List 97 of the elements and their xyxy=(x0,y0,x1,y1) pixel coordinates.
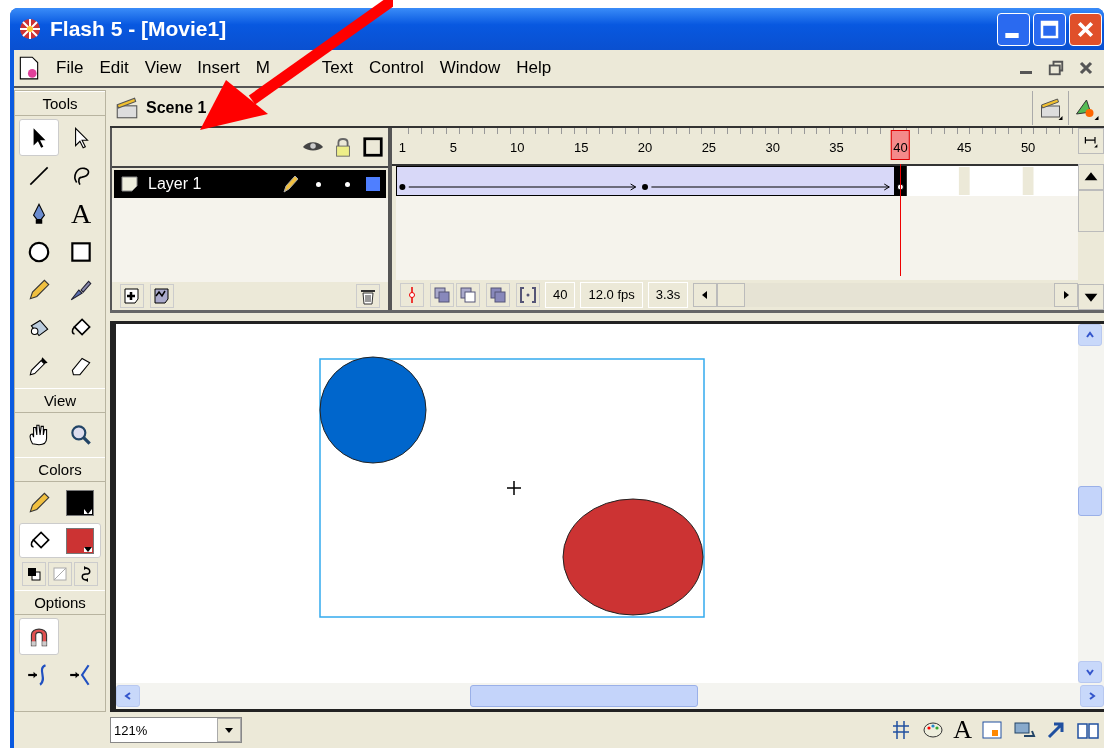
restore-icon xyxy=(1046,58,1066,78)
menu-item[interactable]: Insert xyxy=(189,58,248,78)
menu-item[interactable]: Edit xyxy=(91,58,137,78)
minimize-icon xyxy=(1020,71,1032,74)
up-chevron-icon xyxy=(1084,330,1096,340)
scroll-thumb[interactable] xyxy=(1078,486,1102,516)
stacked-squares-icon xyxy=(433,286,451,304)
trash-icon xyxy=(359,287,377,305)
frame-number: 50 xyxy=(1019,140,1037,155)
frame-number: 15 xyxy=(572,140,590,155)
crossed-square-icon xyxy=(52,566,68,582)
outline-icon[interactable] xyxy=(362,136,384,158)
text-tool-button[interactable]: A xyxy=(61,195,101,232)
section-title: View xyxy=(15,388,105,413)
menu-item[interactable]: File xyxy=(48,58,92,78)
registration-cross-icon xyxy=(506,480,522,496)
pencil-icon xyxy=(26,276,52,303)
onion-markers-button[interactable] xyxy=(516,283,540,307)
right-triangle-icon xyxy=(1061,290,1071,300)
pencil-icon xyxy=(26,489,52,516)
scroll-right-button[interactable] xyxy=(1054,283,1078,307)
menu-item[interactable]: Window xyxy=(431,58,509,78)
color-swatch[interactable] xyxy=(66,489,94,516)
frame-number: 25 xyxy=(700,140,718,155)
frame-number: 35 xyxy=(828,140,845,155)
menu-item[interactable]: View xyxy=(136,58,190,78)
section-title: Options xyxy=(15,590,105,615)
scene-name: Scene 1 xyxy=(146,99,207,117)
swap-colors-button[interactable] xyxy=(74,562,98,586)
elapsed-time: 3.3s xyxy=(647,282,689,308)
frame-view-menu-button[interactable] xyxy=(1078,128,1104,154)
minimize-button[interactable] xyxy=(997,12,1030,46)
caret-icon xyxy=(84,508,92,514)
ellipse-shape[interactable] xyxy=(319,356,427,464)
scroll-thumb[interactable] xyxy=(717,283,746,307)
close-button[interactable] xyxy=(1069,12,1102,46)
layer-name: Layer 1 xyxy=(148,175,202,193)
ellipse-shape[interactable] xyxy=(562,498,704,616)
layer-icon xyxy=(120,174,140,194)
clapperboard-icon xyxy=(114,95,140,121)
menu-item[interactable]: Help xyxy=(508,58,560,78)
frame-rate: 12.0 fps xyxy=(580,282,643,308)
frame-number: 20 xyxy=(636,140,654,155)
frame-number: 45 xyxy=(956,140,973,155)
magnet-tool-button[interactable] xyxy=(19,618,59,655)
stacked-squares-icon xyxy=(489,286,507,304)
scroll-thumb[interactable] xyxy=(470,685,698,707)
frame-number: 10 xyxy=(509,140,526,155)
frame-number: 40 xyxy=(891,130,910,160)
zoom-value: 121% xyxy=(114,722,148,738)
layer-row[interactable]: Layer 1 xyxy=(114,170,386,198)
scroll-down-button[interactable] xyxy=(1078,284,1104,310)
dropdown-caret-icon xyxy=(224,725,234,735)
maximize-button[interactable] xyxy=(1033,12,1066,46)
center-frame-button[interactable] xyxy=(400,283,424,307)
arrow-tool-button[interactable] xyxy=(19,119,59,156)
stacked-squares-icon xyxy=(459,286,477,304)
app-icon xyxy=(18,17,42,41)
zoom-dropdown[interactable]: 121% xyxy=(110,717,242,743)
add-guide-layer-button[interactable] xyxy=(150,284,174,308)
add-layer-button[interactable] xyxy=(120,284,144,308)
onion-outline-button[interactable] xyxy=(456,283,480,307)
no-color-button[interactable] xyxy=(48,562,72,586)
text-tool-button[interactable]: A xyxy=(953,717,972,743)
delete-layer-button[interactable] xyxy=(356,284,380,308)
scroll-left-button[interactable] xyxy=(693,283,718,307)
minimize-icon xyxy=(1005,32,1019,38)
edit-multiple-frames-button[interactable] xyxy=(486,283,510,307)
menu-item[interactable]: Text xyxy=(313,58,361,78)
visibility-dot[interactable] xyxy=(316,181,321,187)
clapperboard-icon xyxy=(1038,96,1063,120)
panel-icon[interactable] xyxy=(980,718,1004,742)
scroll-thumb[interactable] xyxy=(1078,190,1104,232)
plus-page-icon xyxy=(123,287,141,305)
guide-page-icon xyxy=(153,287,171,305)
menu-item[interactable]: Control xyxy=(360,58,432,78)
color-swatch[interactable] xyxy=(65,527,94,554)
frame-number: 1 xyxy=(397,140,407,155)
current-frame: 40 xyxy=(545,282,576,308)
scroll-up-button[interactable] xyxy=(1078,164,1104,190)
default-colors-button[interactable] xyxy=(22,562,46,586)
frame-number: 5 xyxy=(448,140,459,155)
outline-color-square[interactable] xyxy=(366,177,380,191)
lock-dot[interactable] xyxy=(345,181,350,187)
caret-icon xyxy=(83,546,92,552)
pencil-icon xyxy=(280,174,300,194)
section-title: Tools xyxy=(15,91,105,116)
window-title: Flash 5 - [Movie1] xyxy=(50,17,227,41)
section-title: Colors xyxy=(15,457,105,482)
brackets-icon xyxy=(519,286,537,304)
frame-number: 30 xyxy=(764,140,781,155)
down-chevron-icon xyxy=(1084,667,1096,677)
overlapping-squares-icon xyxy=(26,566,42,582)
color-row[interactable] xyxy=(19,523,101,558)
frame-ruler[interactable]: 1 5 10 15 20 25 30 35 40 45 50 xyxy=(392,128,1078,166)
onion-skin-button[interactable] xyxy=(430,283,454,307)
menu-item[interactable]: M xyxy=(247,58,314,78)
